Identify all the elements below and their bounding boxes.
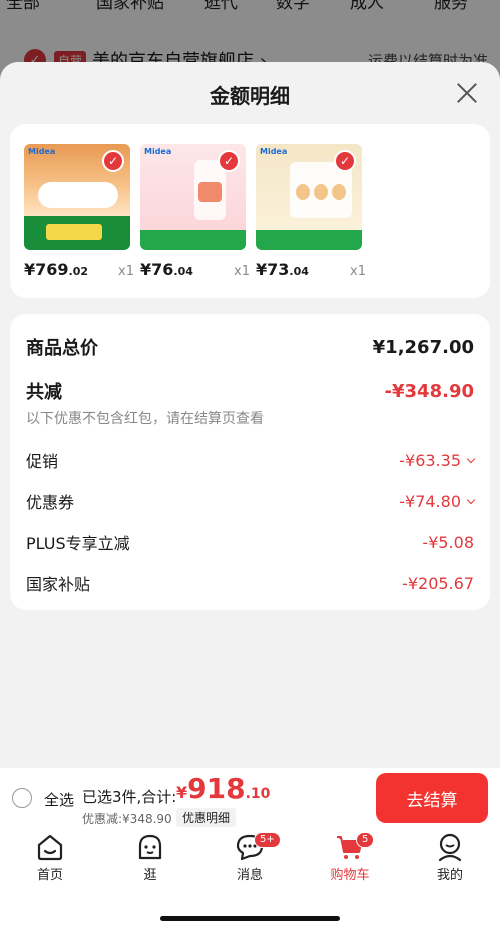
reduce-value: -¥348.90 (384, 380, 474, 402)
subsidy-label: 国家补贴 (26, 575, 91, 594)
product-image: Midea ✓ (140, 144, 246, 250)
tab-messages[interactable]: 5+ 消息 (210, 832, 290, 883)
plus-row: PLUS专享立减 -¥5.08 (26, 530, 474, 554)
subsidy-row: 国家补贴 -¥205.67 (26, 571, 474, 595)
profile-icon (438, 833, 462, 862)
selected-count-text: 已选3件,合计: (82, 788, 177, 806)
home-indicator[interactable] (160, 916, 340, 921)
message-badge: 5+ (254, 832, 281, 848)
subsidy-value: -¥205.67 (402, 573, 474, 593)
tab-label: 首页 (36, 868, 63, 883)
price-decimal: .02 (68, 265, 89, 278)
discount-note: 以下优惠不包含红包，请在结算页查看 (26, 411, 264, 427)
coupon-value: -¥74.80 (399, 492, 476, 511)
cart-badge: 5 (356, 832, 375, 848)
tab-label: 消息 (236, 868, 263, 883)
plus-value: -¥5.08 (422, 532, 474, 552)
product-image: Midea ✓ (24, 144, 130, 250)
product-qty: x1 (234, 264, 250, 279)
coupon-label: 优惠券 (26, 493, 75, 512)
price-decimal: .04 (289, 265, 309, 278)
promotion-label: 促销 (26, 452, 59, 471)
total-value: ¥1,267.00 (372, 336, 474, 358)
products-card: Midea ✓ ¥769 .02 x1 Midea ✓ ¥76 .04 x1 M… (10, 124, 490, 298)
total-row: 商品总价 ¥1,267.00 (26, 334, 474, 360)
discount-detail-button[interactable]: 优惠明细 (176, 808, 237, 827)
brand-logo: Midea (28, 147, 56, 156)
tab-label: 我的 (436, 868, 463, 883)
select-all-radio[interactable] (12, 788, 32, 808)
tab-cart[interactable]: 5 购物车 (310, 832, 390, 883)
product-price: ¥73 .04 x1 (256, 260, 366, 279)
total-amount: ¥ 918 .10 (176, 772, 270, 805)
reduce-label: 共减 (26, 382, 62, 403)
summary-card: 商品总价 ¥1,267.00 共减 -¥348.90 以下优惠不包含红包，请在结… (10, 314, 490, 610)
select-all-label[interactable]: 全选 (44, 789, 74, 810)
chevron-down-icon (466, 454, 476, 463)
plus-label: PLUS专享立减 (26, 534, 130, 553)
total-main: 918 (187, 772, 246, 805)
product-item[interactable]: Midea ✓ ¥76 .04 x1 (140, 144, 250, 279)
sheet-title: 金额明细 (210, 84, 290, 108)
product-item[interactable]: Midea ✓ ¥73 .04 x1 (256, 144, 366, 279)
price-decimal: .04 (173, 265, 193, 278)
product-item[interactable]: Midea ✓ ¥769 .02 x1 (24, 144, 134, 279)
close-icon[interactable] (454, 80, 480, 106)
total-label: 商品总价 (26, 338, 98, 359)
currency-symbol: ¥ (176, 783, 188, 802)
product-image: Midea ✓ (256, 144, 362, 250)
checkout-bar: 全选 已选3件,合计: ¥ 918 .10 优惠减:¥348.90 优惠明细 去… (0, 768, 500, 828)
price-main: ¥769 (24, 260, 69, 279)
check-icon[interactable]: ✓ (102, 150, 124, 172)
promotion-value: -¥63.35 (399, 451, 476, 470)
chevron-down-icon (466, 495, 476, 504)
tab-home[interactable]: 首页 (10, 832, 90, 883)
total-decimal: .10 (245, 786, 271, 802)
check-icon[interactable]: ✓ (334, 150, 356, 172)
home-icon (37, 834, 63, 861)
face-icon (138, 834, 162, 860)
tab-profile[interactable]: 我的 (410, 832, 490, 883)
product-qty: x1 (350, 264, 366, 279)
tab-bar: 首页 逛 5+ 消息 5 购物车 我的 (0, 828, 500, 932)
product-price: ¥769 .02 x1 (24, 260, 134, 279)
product-price: ¥76 .04 x1 (140, 260, 250, 279)
tab-browse[interactable]: 逛 (110, 832, 190, 883)
product-qty: x1 (118, 264, 134, 279)
amount-detail-sheet: 金额明细 Midea ✓ ¥769 .02 x1 Midea ✓ ¥76 .04… (0, 62, 500, 768)
tab-label: 逛 (143, 868, 157, 883)
coupon-row[interactable]: 优惠券 -¥74.80 (26, 489, 476, 513)
price-main: ¥76 (140, 260, 174, 279)
check-icon[interactable]: ✓ (218, 150, 240, 172)
brand-logo: Midea (260, 147, 288, 156)
checkout-button[interactable]: 去结算 (376, 773, 488, 823)
brand-logo: Midea (144, 147, 172, 156)
tab-label: 购物车 (330, 868, 370, 883)
price-main: ¥73 (256, 260, 290, 279)
promotion-row[interactable]: 促销 -¥63.35 (26, 448, 476, 472)
discount-text: 优惠减:¥348.90 (82, 812, 172, 826)
reduce-row: 共减 -¥348.90 (26, 378, 474, 404)
